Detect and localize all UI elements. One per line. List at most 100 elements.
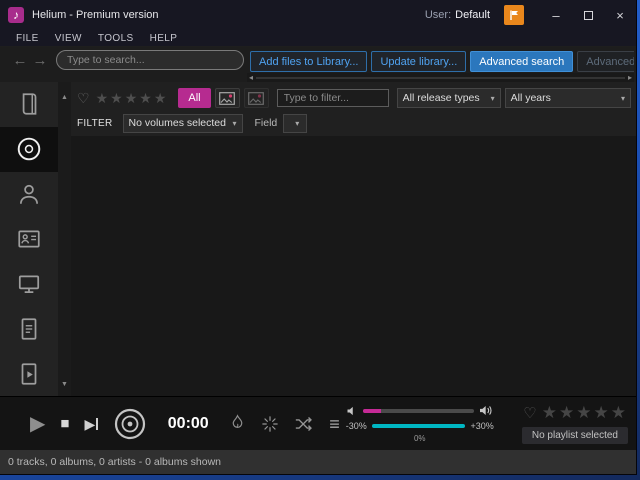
volumes-value: No volumes selected	[128, 117, 226, 129]
document-icon	[21, 318, 37, 340]
with-images-button[interactable]	[214, 88, 240, 108]
advanced-search-button[interactable]: Advanced search	[470, 51, 574, 72]
content-vertical-scrollbar[interactable]: ▲ ▼	[58, 82, 71, 396]
close-button[interactable]: ×	[604, 0, 636, 30]
next-icon: ▶	[84, 415, 96, 432]
queue-menu-icon[interactable]: ≡	[329, 415, 340, 433]
scroll-up-icon[interactable]: ▲	[61, 94, 68, 101]
star-icon: ★	[124, 89, 140, 106]
volume-slider[interactable]	[362, 408, 474, 413]
flag-button[interactable]	[504, 5, 524, 25]
user-label: User:	[424, 9, 452, 21]
sidebar-item-library[interactable]	[0, 82, 58, 127]
volume-fill	[362, 408, 381, 413]
stop-button[interactable]: ■	[60, 416, 69, 431]
filter-all-button[interactable]: All	[178, 88, 211, 108]
book-icon	[22, 93, 37, 116]
add-files-button[interactable]: Add files to Library...	[250, 51, 368, 72]
user-value[interactable]: Default	[455, 9, 490, 21]
years-dropdown[interactable]: All years ▾	[504, 88, 631, 108]
field-label: Field	[254, 117, 278, 129]
chevron-down-icon: ▾	[232, 118, 237, 128]
release-types-dropdown[interactable]: All release types ▾	[396, 88, 501, 108]
rating-filter-stars[interactable]: ★★★★★	[96, 90, 169, 107]
chevron-down-icon: ▾	[295, 118, 300, 128]
star-icon: ★	[559, 403, 577, 422]
flag-icon	[510, 10, 518, 20]
advanced-tag-editor-button: Advanced tag edito...	[577, 51, 634, 72]
pitch-min-label: -30%	[345, 421, 367, 431]
pitch-max-label: +30%	[470, 421, 494, 431]
sidebar-item-playlists[interactable]	[0, 351, 58, 396]
sidebar-item-reports[interactable]	[0, 306, 58, 351]
forward-icon[interactable]: →	[30, 52, 50, 69]
sidebar-item-contacts[interactable]	[0, 217, 58, 262]
scroll-down-icon[interactable]: ▼	[61, 381, 68, 388]
playlist-doc-icon	[21, 362, 37, 385]
picture-off-icon	[248, 91, 265, 105]
pitch-slider[interactable]	[371, 424, 466, 428]
star-icon: ★	[541, 403, 559, 422]
main-panel: ♡ ★★★★★ All Type to filter... All releas…	[71, 82, 636, 396]
titlebar: ♪ Helium - Premium version User: Default…	[0, 0, 636, 30]
status-text: 0 tracks, 0 albums, 0 artists - 0 albums…	[8, 456, 221, 468]
menu-help[interactable]: HELP	[142, 33, 186, 44]
release-types-value: All release types	[402, 92, 480, 104]
filter-input[interactable]	[276, 89, 389, 107]
track-rating-stars[interactable]: ★★★★★	[542, 403, 628, 423]
playlist-status: No playlist selected	[521, 427, 628, 444]
next-button[interactable]: ▶	[84, 415, 99, 432]
disc-icon	[17, 138, 41, 161]
star-icon: ★	[139, 89, 154, 106]
search-input[interactable]	[56, 50, 244, 70]
menubar: FILE VIEW TOOLS HELP	[0, 30, 636, 46]
menu-tools[interactable]: TOOLS	[90, 33, 142, 44]
sidebar-item-albums[interactable]	[0, 126, 58, 172]
favorite-filter-icon[interactable]: ♡	[77, 90, 90, 107]
update-library-button[interactable]: Update library...	[371, 51, 467, 72]
window-title: Helium - Premium version	[32, 9, 159, 21]
chevron-down-icon: ▾	[620, 93, 625, 103]
maximize-button[interactable]	[572, 0, 604, 30]
body-area: ▲ ▼ ♡ ★★★★★ All Type to filter... All re…	[0, 82, 636, 396]
volume-pitch-block: -30% +30% 0%	[346, 404, 494, 443]
favorite-track-icon[interactable]: ♡	[523, 404, 536, 422]
helium-disc-logo	[115, 408, 146, 439]
playlist-cluster: ♡ ★★★★★ No playlist selected	[521, 403, 636, 444]
star-icon: ★	[593, 403, 611, 422]
monitor-icon	[18, 275, 40, 293]
star-icon: ★	[95, 89, 111, 106]
transport-controls: ▶ ■ ▶ 00:00 ≡	[0, 407, 340, 441]
shuffle-icon[interactable]	[294, 415, 314, 433]
sidebar	[0, 82, 58, 396]
star-icon: ★	[610, 403, 628, 422]
star-icon: ★	[576, 403, 594, 422]
speaker-loud-icon[interactable]	[479, 404, 494, 417]
without-images-button[interactable]	[243, 88, 269, 108]
flame-icon[interactable]	[229, 414, 246, 433]
album-list-area	[71, 136, 636, 396]
sidebar-item-devices[interactable]	[0, 261, 58, 306]
menu-file[interactable]: FILE	[8, 33, 47, 44]
toolbar-buttons: Add files to Library... Update library..…	[250, 51, 634, 73]
back-icon[interactable]: ←	[10, 52, 30, 69]
maximize-icon	[583, 10, 593, 20]
contact-card-icon	[18, 230, 40, 248]
menu-view[interactable]: VIEW	[47, 33, 90, 44]
play-button[interactable]: ▶	[30, 414, 45, 434]
years-value: All years	[510, 92, 551, 104]
filter-label: FILTER	[77, 117, 113, 129]
minimize-button[interactable]: –	[540, 0, 572, 30]
minimize-icon: –	[552, 7, 560, 23]
player-bar: ▶ ■ ▶ 00:00 ≡ -30% +30% 0% ♡ ★★★★★ No pl…	[0, 396, 636, 450]
filter-bar: ♡ ★★★★★ All Type to filter... All releas…	[71, 82, 636, 136]
sidebar-item-artists[interactable]	[0, 172, 58, 217]
elapsed-time: 00:00	[167, 414, 209, 432]
scrollbar-track[interactable]	[256, 77, 625, 79]
burst-icon[interactable]	[261, 415, 279, 433]
app-icon: ♪	[8, 7, 24, 23]
field-dropdown[interactable]: ▾	[283, 113, 308, 133]
speaker-mute-icon[interactable]	[346, 405, 358, 417]
music-note-icon: ♪	[13, 8, 19, 22]
volumes-dropdown[interactable]: No volumes selected ▾	[122, 113, 243, 133]
